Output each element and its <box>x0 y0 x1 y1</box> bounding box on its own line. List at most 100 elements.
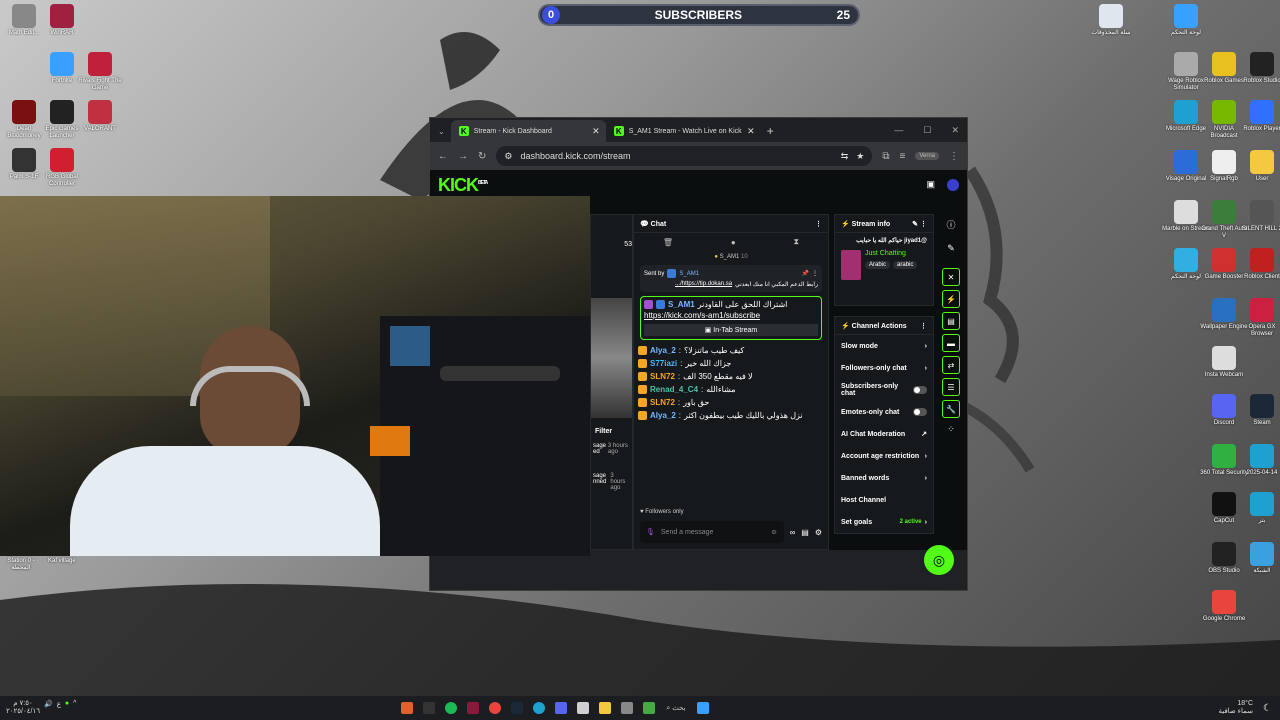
desktop-icon-label[interactable]: Station 0 - المحطة <box>6 558 36 571</box>
forward-icon[interactable]: → <box>458 151 468 162</box>
avatar[interactable] <box>947 179 959 191</box>
edge-icon[interactable] <box>533 702 546 714</box>
desktop-icon[interactable]: RGB Global Controller <box>38 148 86 187</box>
settings-gear-icon[interactable]: ⚙ <box>815 528 822 537</box>
desktop-icon[interactable]: Rivals Fight The Game <box>76 52 124 91</box>
search-icon[interactable]: ⌕ بحث <box>666 704 685 713</box>
edit-icon[interactable]: ✎ <box>912 221 918 228</box>
desktop-icon-label[interactable]: Kaf village <box>48 558 76 571</box>
file-explorer-icon[interactable] <box>599 702 612 714</box>
rail-wrench-icon[interactable]: 🔧 <box>942 400 960 418</box>
menu-kebab-icon[interactable]: ⋮ <box>949 151 959 162</box>
message-user[interactable]: Renad_4_C4 <box>650 385 698 394</box>
media-icon[interactable]: ≡ <box>899 151 905 162</box>
minimize-icon[interactable]: — <box>894 125 903 136</box>
taskbar-app-icon[interactable] <box>423 702 436 714</box>
url-field[interactable]: ⚙ dashboard.kick.com/stream ⇆ ★ <box>496 146 873 166</box>
weather-widget[interactable]: 18°C سماء صافية <box>1218 700 1253 715</box>
pin-icon[interactable]: 📌 <box>802 270 809 277</box>
gift-icon[interactable]: ▤ <box>801 528 809 537</box>
mic-icon[interactable]: 🎙 <box>646 528 655 536</box>
chat-input[interactable]: 🎙 Send a message ☺ <box>640 521 784 543</box>
close-tab-icon[interactable]: ✕ <box>747 126 755 137</box>
language-icon[interactable]: ع <box>57 700 61 715</box>
info-menu-icon[interactable]: ⋮ <box>920 221 927 228</box>
taskbar-app-icon[interactable] <box>577 702 590 714</box>
channel-action-followers-only-chat[interactable]: Followers-only chat › <box>835 357 933 379</box>
desktop-icon[interactable]: Roblox Player <box>1238 100 1280 133</box>
volume-icon[interactable]: 🔊 <box>44 700 53 715</box>
channel-action-slow-mode[interactable]: Slow mode › <box>835 335 933 357</box>
taskbar-app-icon[interactable] <box>643 702 656 714</box>
rail-swap-icon[interactable]: ⇄ <box>942 356 960 374</box>
rail-chat-icon[interactable]: ▬ <box>942 334 960 352</box>
toggle-switch[interactable] <box>913 386 927 394</box>
message-user[interactable]: SLN72 <box>650 372 675 381</box>
tab-kick-dashboard[interactable]: K Stream - Kick Dashboard ✕ <box>450 120 606 142</box>
info-icon[interactable]: ⓘ <box>937 218 965 231</box>
back-icon[interactable]: ← <box>438 151 448 162</box>
hourglass-icon[interactable]: ⧗ <box>793 237 799 247</box>
speech-bubble-icon[interactable]: ● <box>731 238 736 247</box>
layout-icon[interactable]: ▣ <box>926 179 935 191</box>
desktop-icon[interactable]: سلة المحذوفات <box>1087 4 1135 37</box>
rail-list-icon[interactable]: ☰ <box>942 378 960 396</box>
emoji-icon[interactable]: ☺ <box>770 529 777 536</box>
sent-by-user[interactable]: S_AM1 <box>679 271 699 277</box>
desktop-icon[interactable]: 2025-04-14 <box>1238 444 1280 477</box>
message-user[interactable]: S_AM1 <box>668 300 695 309</box>
message-user[interactable]: SLN72 <box>650 398 675 407</box>
tab-search-icon[interactable]: ⌄ <box>438 127 445 136</box>
start-icon[interactable] <box>696 702 709 714</box>
desktop-icon[interactable]: SILENT HILL 2 <box>1238 200 1280 233</box>
desktop-icon[interactable]: لوحة التحكم <box>1162 4 1210 37</box>
filter-button[interactable]: Filter <box>591 418 632 439</box>
pinned-menu-icon[interactable]: ⋮ <box>812 270 818 277</box>
desktop-icon[interactable]: بثر <box>1238 492 1280 525</box>
pinned-link[interactable]: https://tip.dokan.sa/... <box>675 281 732 288</box>
steam-icon[interactable] <box>511 702 524 714</box>
kick-logo[interactable]: KICKBETA <box>438 175 488 196</box>
channel-action-host-channel[interactable]: Host Channel <box>835 489 933 511</box>
infinity-icon[interactable]: ∞ <box>790 528 796 537</box>
tag[interactable]: Arabic <box>865 261 891 269</box>
new-tab-icon[interactable]: + <box>767 124 774 138</box>
desktop-icon[interactable]: Roblox Client <box>1238 248 1280 281</box>
reload-icon[interactable]: ↻ <box>478 151 486 162</box>
desktop-icon[interactable]: Opera GX Browser <box>1238 298 1280 337</box>
channel-action-emotes-only-chat[interactable]: Emotes-only chat <box>835 401 933 423</box>
clock[interactable]: ٧:٥٠ م ٢٠٢٥/٠٤/١٦ <box>6 700 40 715</box>
chrome-icon[interactable] <box>489 702 502 714</box>
tray-app-icon[interactable]: ● <box>65 700 69 715</box>
discord-icon[interactable] <box>555 702 568 714</box>
desktop-icon[interactable]: Insta Webcam <box>1200 346 1248 379</box>
chat-menu-icon[interactable]: ⋮ <box>815 220 822 228</box>
rail-document-icon[interactable]: ▤ <box>942 312 960 330</box>
support-chat-button[interactable]: ◎ <box>924 545 954 575</box>
desktop-icon[interactable]: VALORANT <box>76 100 124 133</box>
translate-icon[interactable]: ⇆ <box>841 151 849 162</box>
desktop-icon[interactable]: Steam <box>1238 394 1280 427</box>
category-name[interactable]: Just Chatting <box>865 250 917 257</box>
tab-kick-stream[interactable]: K S_AM1 Stream - Watch Live on Kick ✕ <box>606 120 761 142</box>
extensions-icon[interactable]: ⧉ <box>882 151 889 162</box>
desktop-icon[interactable]: WinRAR <box>38 4 86 37</box>
trash-icon[interactable]: 🗑 <box>663 238 673 247</box>
spotify-icon[interactable] <box>445 702 458 714</box>
taskbar-app-icon[interactable] <box>401 702 414 714</box>
tray-expand-icon[interactable]: ^ <box>73 700 76 715</box>
desktop-icon[interactable]: Roblox Studio <box>1238 52 1280 85</box>
tag[interactable]: arabic <box>893 261 918 269</box>
channel-action-ai-chat-moderation[interactable]: AI Chat Moderation ↗ <box>835 423 933 445</box>
bookmark-star-icon[interactable]: ★ <box>856 151 864 162</box>
actions-menu-icon[interactable]: ⋮ <box>920 322 927 330</box>
desktop-icon[interactable]: Google Chrome <box>1200 590 1248 623</box>
message-user[interactable]: Alya_2 <box>650 346 676 355</box>
channel-action-banned-words[interactable]: Banned words › <box>835 467 933 489</box>
category-thumbnail[interactable] <box>841 250 861 280</box>
rail-more-icon[interactable]: ⁘ <box>937 424 965 435</box>
desktop-icon[interactable]: الشبكة <box>1238 542 1280 575</box>
channel-action-set-goals[interactable]: Set goals 2 active › <box>835 511 933 533</box>
taskbar-app-icon[interactable] <box>467 702 480 714</box>
message-user[interactable]: S77iazi <box>650 359 677 368</box>
